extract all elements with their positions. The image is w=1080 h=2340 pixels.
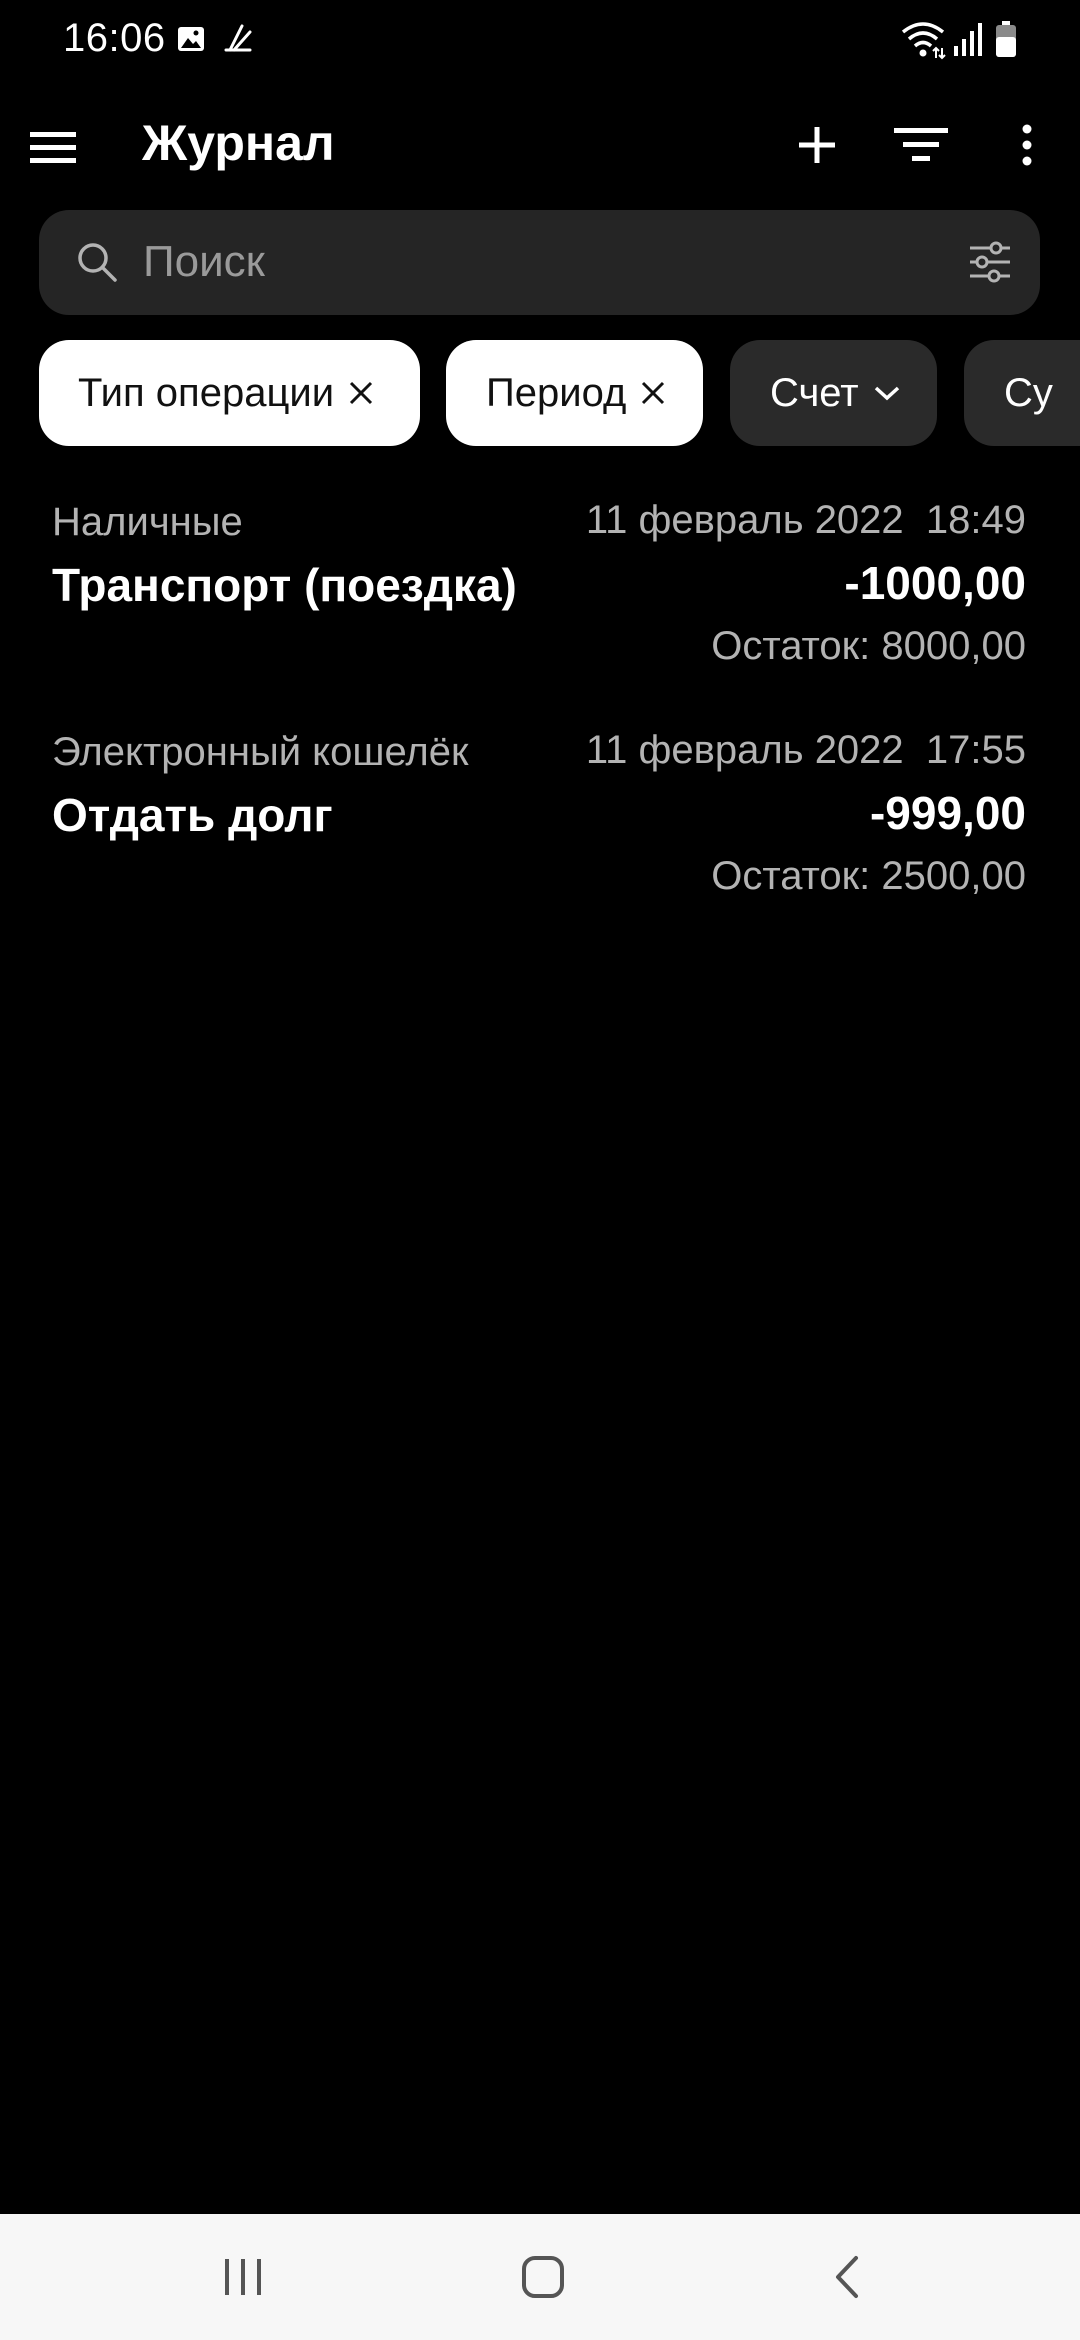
gallery-icon: [178, 27, 204, 51]
tune-icon[interactable]: [966, 238, 1014, 286]
transaction-category: Отдать долг: [52, 789, 333, 841]
transaction-item[interactable]: Наличные 11 февраль 2022 18:49 Транспорт…: [0, 490, 1080, 710]
search-bar[interactable]: [39, 210, 1040, 315]
chip-label: Тип операции: [78, 370, 335, 415]
home-button[interactable]: [510, 2244, 576, 2310]
page-title: Журнал: [142, 115, 335, 171]
system-nav-bar: [0, 2214, 1080, 2340]
add-icon: [799, 127, 835, 163]
signal-icon: [954, 23, 982, 56]
close-icon[interactable]: [640, 380, 666, 406]
status-time: 16:06: [63, 16, 166, 60]
home-icon: [522, 2256, 564, 2298]
back-icon: [836, 2256, 858, 2298]
transaction-balance: Остаток: 2500,00: [711, 854, 1026, 898]
wifi-icon: [901, 22, 946, 60]
transaction-balance: Остаток: 8000,00: [711, 624, 1026, 668]
search-input[interactable]: [143, 228, 963, 296]
chip-label: Счет: [770, 370, 859, 415]
status-bar: 16:06: [0, 0, 1080, 80]
chip-label: Период: [486, 370, 627, 415]
chip-account[interactable]: Счет: [730, 340, 937, 446]
transaction-category: Транспорт (поездка): [52, 559, 517, 611]
transaction-item[interactable]: Электронный кошелёк 11 февраль 2022 17:5…: [0, 720, 1080, 940]
search-icon: [78, 243, 117, 282]
app-notification-icon: [224, 24, 252, 52]
back-button[interactable]: [814, 2244, 880, 2310]
transaction-account: Электронный кошелёк: [52, 730, 469, 774]
sort-icon: [894, 128, 948, 161]
menu-button[interactable]: [20, 115, 86, 181]
close-icon[interactable]: [348, 380, 374, 406]
chip-label: Су: [1004, 370, 1053, 415]
more-vert-icon: [1022, 124, 1032, 166]
add-button[interactable]: [784, 112, 850, 178]
transaction-account: Наличные: [52, 500, 243, 544]
transaction-datetime: 11 февраль 2022 17:55: [585, 728, 1026, 772]
app-bar: Журнал: [0, 90, 1080, 200]
transaction-datetime: 11 февраль 2022 18:49: [585, 498, 1026, 542]
chip-operation-type[interactable]: Тип операции: [39, 340, 420, 446]
transaction-amount: -1000,00: [844, 557, 1026, 609]
more-options-button[interactable]: [1000, 112, 1054, 178]
battery-icon: [996, 21, 1016, 57]
recents-icon: [225, 2259, 261, 2295]
chevron-down-icon: [873, 384, 901, 402]
sort-button[interactable]: [888, 112, 954, 178]
chip-amount[interactable]: Су: [964, 340, 1080, 446]
chip-period[interactable]: Период: [446, 340, 703, 446]
hamburger-menu-icon: [30, 132, 76, 163]
transaction-amount: -999,00: [869, 787, 1026, 839]
filter-chips: Тип операции Период Счет Су: [0, 340, 1080, 446]
recents-button[interactable]: [210, 2244, 276, 2310]
